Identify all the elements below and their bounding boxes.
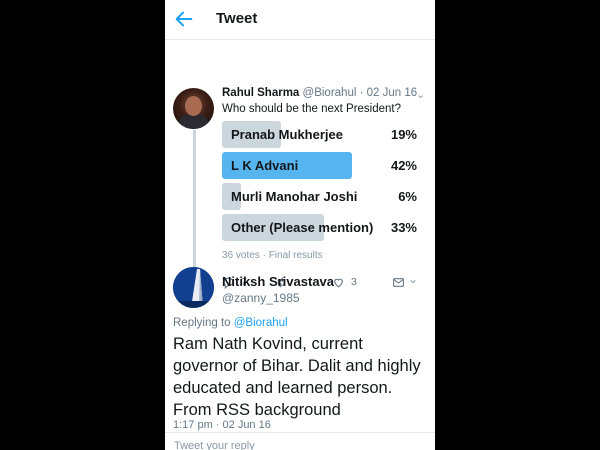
top-bar: Tweet [165,0,435,40]
poll-option: Pranab Mukherjee 19% [222,121,417,148]
poll-option-percent: 19% [390,127,417,142]
poll-option-label: Pranab Mukherjee [231,127,343,142]
envelope-icon [393,277,404,287]
poll-option-label: Other (Please mention) [231,220,374,235]
replying-prefix: Replying to [173,317,231,329]
poll-option-label: Murli Manohar Joshi [231,189,358,204]
poll-option-percent: 42% [390,158,417,173]
poll-meta: 36 votes · Final results [222,250,323,261]
poll: Pranab Mukherjee 19% L K Advani 42% Murli Ma… [222,121,417,245]
tweet-header: Rahul Sharma @Biorahul · 02 Jun 16 [222,87,417,99]
replying-to: Replying to @Biorahul [173,317,288,329]
reply-composer-placeholder[interactable]: Tweet your reply [174,440,255,450]
chevron-down-icon[interactable]: ⌄ [416,88,425,101]
poll-option: Other (Please mention) 33% [222,214,417,241]
poll-option: L K Advani 42% [222,152,417,179]
tower-image-icon [173,267,214,308]
like-count: 3 [351,276,357,288]
original-tweet[interactable]: Rahul Sharma @Biorahul · 02 Jun 16 ⌄ Who… [165,40,435,302]
reply-author-handle[interactable]: @zanny_1985 [222,291,300,305]
replying-to-link[interactable]: @Biorahul [234,317,288,329]
poll-option-percent: 33% [390,220,417,235]
poll-option: Murli Manohar Joshi 6% [222,183,417,210]
author-meta: @Biorahul · 02 Jun 16 [302,87,418,99]
author-name[interactable]: Rahul Sharma [222,87,299,99]
poll-option-percent: 6% [398,189,417,204]
reply-composer[interactable]: Tweet your reply [165,432,435,450]
reply-text: Ram Nath Kovind, current governor of Bih… [173,335,421,419]
chevron-down-icon[interactable]: ⌄ [408,272,418,286]
tweet-text: Who should be the next President? [222,103,402,115]
like-button[interactable]: 3 [332,274,357,290]
page-title: Tweet [216,10,258,27]
avatar[interactable] [173,267,214,308]
poll-option-label: L K Advani [231,158,299,173]
back-arrow-icon[interactable] [173,8,195,30]
tweet-screen: Tweet Rahul Sharma @Biorahul · 02 Jun 16… [165,0,435,450]
avatar[interactable] [173,88,214,129]
reply-timestamp[interactable]: 1:17 pm · 02 Jun 16 [173,419,271,431]
reply-author-name[interactable]: Nitiksh Srivastava [222,274,334,289]
